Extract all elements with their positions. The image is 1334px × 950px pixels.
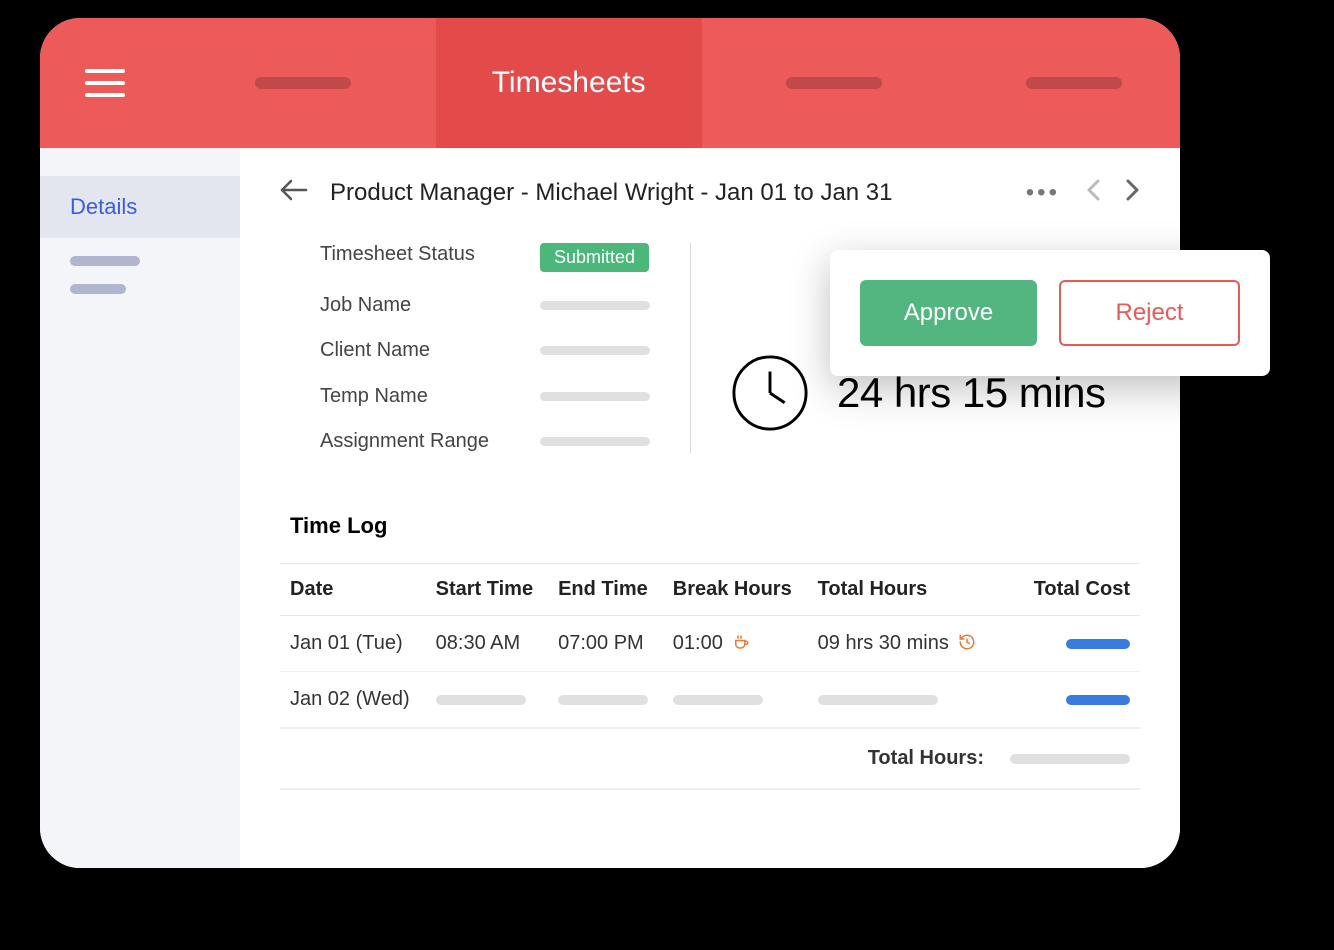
table-row[interactable]: Jan 01 (Tue) 08:30 AM 07:00 PM 01:00 09 … (280, 616, 1140, 672)
col-break: Break Hours (663, 564, 808, 616)
arrow-left-icon (280, 178, 308, 202)
history-icon (958, 633, 976, 651)
menu-button[interactable] (40, 18, 170, 148)
total-hours-value (994, 728, 1140, 789)
client-name-label: Client Name (320, 339, 520, 362)
status-badge: Submitted (540, 243, 649, 272)
breadcrumb-actions: ••• (1026, 179, 1140, 207)
col-total: Total Hours (808, 564, 994, 616)
cell-break (663, 672, 808, 729)
chevron-left-icon (1086, 179, 1100, 201)
vertical-divider (690, 243, 691, 453)
timelog-title: Time Log (290, 513, 1140, 539)
cell-cost (994, 672, 1140, 729)
breadcrumb-row: Product Manager - Michael Wright - Jan 0… (280, 178, 1140, 207)
sidebar-item-placeholder[interactable] (70, 256, 140, 266)
sidebar: Details (40, 148, 240, 868)
hamburger-icon (85, 68, 125, 98)
status-grid: Timesheet Status Submitted Job Name Clie… (320, 243, 650, 453)
assignment-range-label: Assignment Range (320, 430, 520, 453)
client-name-value (540, 346, 650, 355)
total-hours-label: Total Hours: (808, 728, 994, 789)
cell-cost (994, 616, 1140, 672)
table-row[interactable]: Jan 02 (Wed) (280, 672, 1140, 729)
approval-card: Approve Reject (830, 250, 1270, 376)
col-start: Start Time (426, 564, 548, 616)
temp-name-value (540, 392, 650, 401)
cell-start: 08:30 AM (426, 616, 548, 672)
tab-placeholder-pill (786, 77, 882, 89)
sidebar-item-placeholder[interactable] (70, 284, 126, 294)
cell-date: Jan 02 (Wed) (280, 672, 426, 729)
clock-icon (731, 354, 809, 432)
header-tab-placeholder-right-2[interactable] (967, 18, 1180, 148)
temp-name-label: Temp Name (320, 385, 520, 408)
cell-end: 07:00 PM (548, 616, 663, 672)
next-button[interactable] (1126, 179, 1140, 206)
col-cost: Total Cost (994, 564, 1140, 616)
tab-label: Timesheets (492, 66, 646, 100)
assignment-range-value (540, 437, 650, 446)
table-total-row: Total Hours: (280, 728, 1140, 789)
cell-end (548, 672, 663, 729)
app-window: Timesheets Details Product Man (40, 18, 1180, 868)
chevron-right-icon (1126, 179, 1140, 201)
coffee-icon (732, 633, 750, 651)
tab-placeholder-pill (1026, 77, 1122, 89)
sidebar-item-details[interactable]: Details (40, 176, 240, 238)
job-name-label: Job Name (320, 294, 520, 317)
header: Timesheets (40, 18, 1180, 148)
cell-date: Jan 01 (Tue) (280, 616, 426, 672)
cell-break: 01:00 (663, 616, 808, 672)
timelog-table: Date Start Time End Time Break Hours Tot… (280, 563, 1140, 790)
approve-button[interactable]: Approve (860, 280, 1037, 346)
sidebar-item-label: Details (70, 194, 137, 219)
col-end: End Time (548, 564, 663, 616)
cell-start (426, 672, 548, 729)
header-tab-timesheets[interactable]: Timesheets (436, 18, 702, 148)
cell-total: 09 hrs 30 mins (808, 616, 994, 672)
header-tab-placeholder-left[interactable] (170, 18, 436, 148)
header-tab-placeholder-right-1[interactable] (702, 18, 968, 148)
back-button[interactable] (280, 178, 308, 207)
tab-placeholder-pill (255, 77, 351, 89)
job-name-value (540, 301, 650, 310)
table-header-row: Date Start Time End Time Break Hours Tot… (280, 564, 1140, 616)
total-time-value: 24 hrs 15 mins (837, 369, 1105, 417)
reject-button[interactable]: Reject (1059, 280, 1240, 346)
col-date: Date (280, 564, 426, 616)
status-label: Timesheet Status (320, 243, 520, 272)
more-button[interactable]: ••• (1026, 179, 1060, 207)
prev-button[interactable] (1086, 179, 1100, 206)
page-title: Product Manager - Michael Wright - Jan 0… (330, 179, 1004, 207)
cell-total (808, 672, 994, 729)
